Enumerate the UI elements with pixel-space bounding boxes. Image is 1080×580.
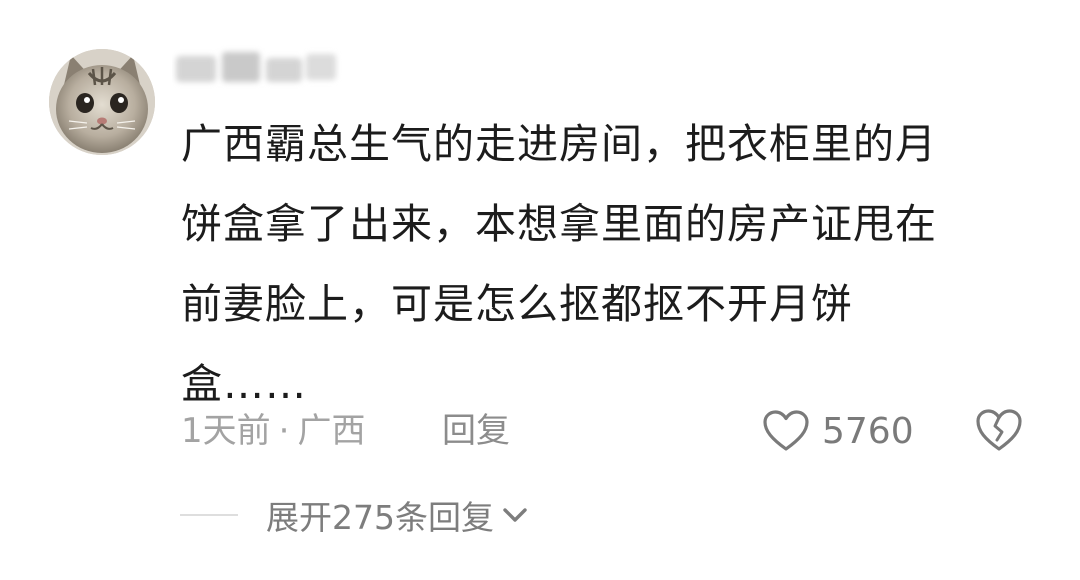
meta-separator: · [278, 411, 290, 451]
comment-line: 饼盒拿了出来，本想拿里面的房产证甩在 [181, 200, 937, 248]
comment-meta: 1天前 · 广西 [181, 404, 365, 458]
expand-divider [180, 514, 238, 516]
comment-line: 广西霸总生气的走进房间，把衣柜里的月 [181, 120, 937, 168]
broken-heart-icon [976, 409, 1022, 451]
comment-line: 前妻脸上，可是怎么抠都抠不开月饼 [181, 280, 853, 328]
comment-card: 广西霸总生气的走进房间，把衣柜里的月 饼盒拿了出来，本想拿里面的房产证甩在 前妻… [0, 0, 1080, 580]
expand-replies-button[interactable]: 展开275条回复 [266, 491, 530, 539]
expand-label: 展开275条回复 [266, 498, 494, 537]
expand-replies: 展开275条回复 [180, 490, 530, 540]
username-blurred[interactable] [172, 42, 342, 94]
comment-location: 广西 [297, 411, 366, 451]
comment-time: 1天前 [181, 411, 271, 451]
avatar[interactable] [49, 49, 155, 155]
comment-text: 广西霸总生气的走进房间，把衣柜里的月 饼盒拿了出来，本想拿里面的房产证甩在 前妻… [181, 104, 1011, 424]
heart-outline-icon [763, 410, 809, 451]
cat-avatar-icon [49, 49, 155, 155]
like-button[interactable]: 5760 [762, 404, 914, 458]
reply-button[interactable]: 回复 [442, 404, 510, 458]
chevron-down-icon [503, 508, 527, 522]
like-count: 5760 [822, 410, 914, 452]
dislike-button[interactable] [974, 406, 1024, 454]
